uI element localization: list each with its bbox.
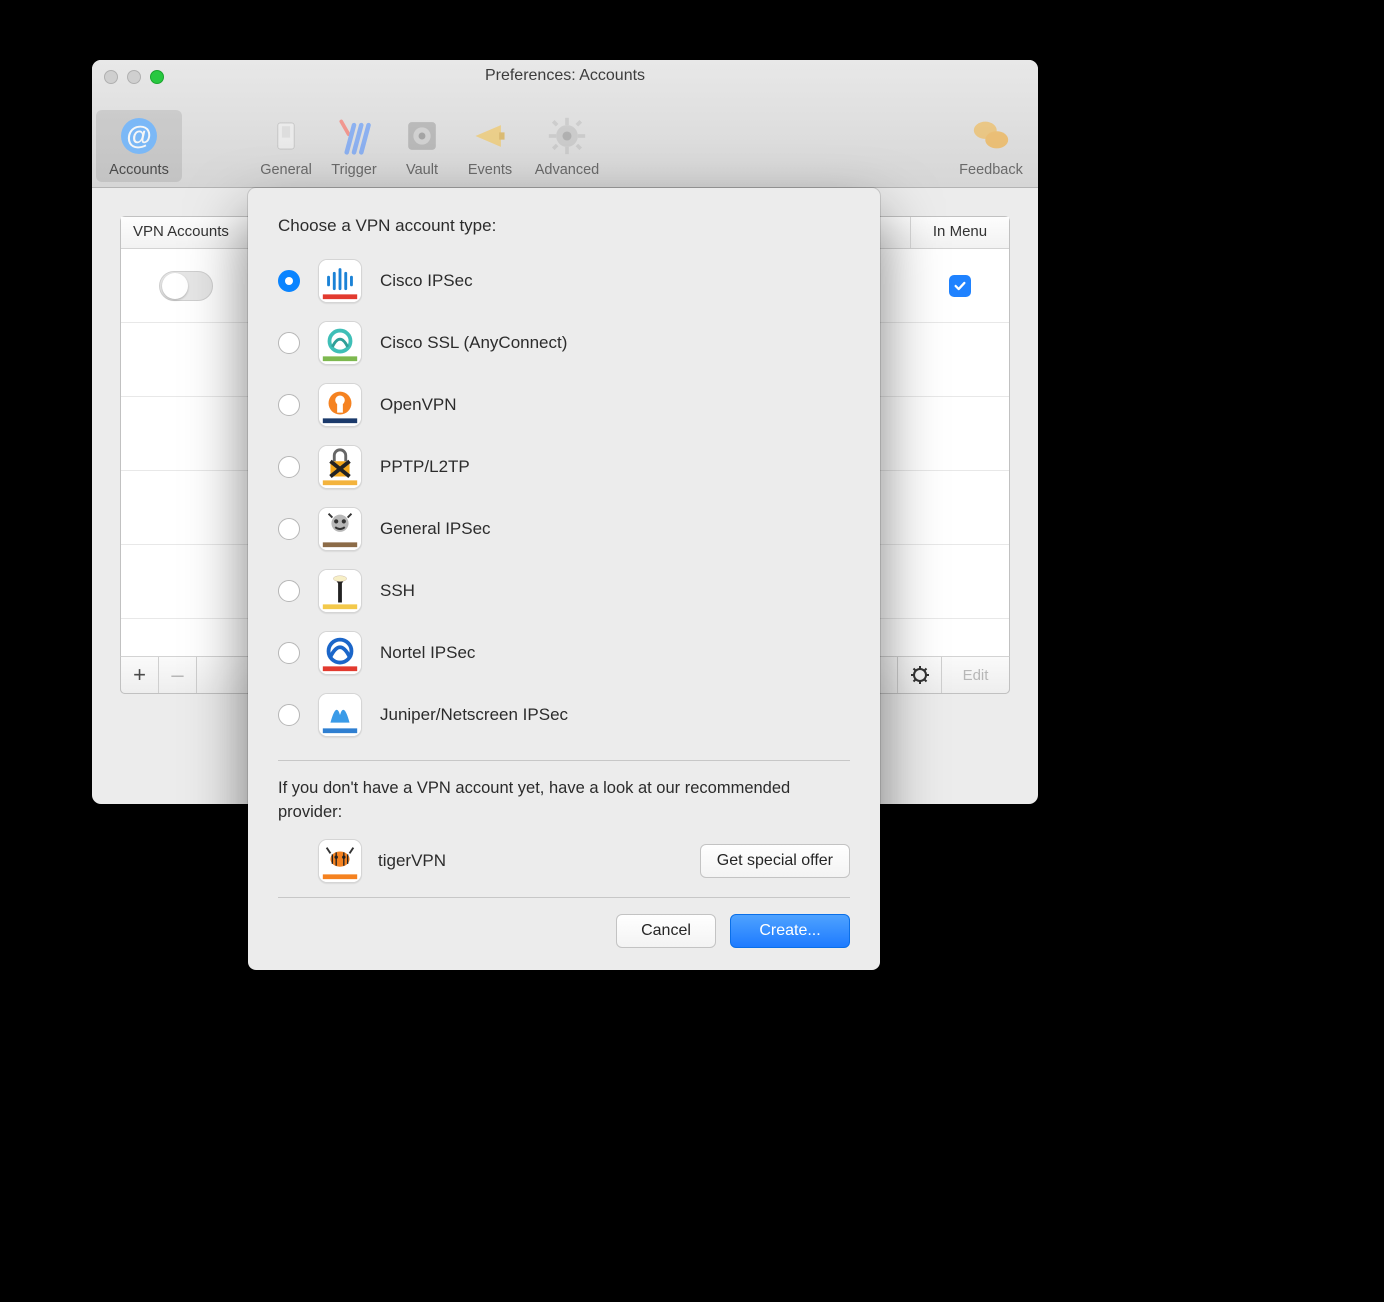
sheet-buttons: Cancel Create... bbox=[278, 914, 850, 948]
vpn-option-pptp-l2tp[interactable]: PPTP/L2TP bbox=[278, 436, 850, 498]
toolbar-left: @ Accounts General Trigger bbox=[96, 110, 610, 182]
general-ipsec-icon bbox=[318, 507, 362, 551]
radio-button[interactable] bbox=[278, 704, 300, 726]
chat-bubbles-icon bbox=[969, 114, 1013, 158]
toolbar-label: Events bbox=[468, 162, 512, 178]
openvpn-icon bbox=[318, 383, 362, 427]
tigervpn-icon bbox=[318, 839, 362, 883]
cancel-button[interactable]: Cancel bbox=[616, 914, 716, 948]
toolbar-label: Feedback bbox=[959, 162, 1023, 178]
vpn-option-ssh[interactable]: SSH bbox=[278, 560, 850, 622]
promo-text: If you don't have a VPN account yet, hav… bbox=[278, 777, 850, 825]
vpn-option-cisco-ssl[interactable]: Cisco SSL (AnyConnect) bbox=[278, 312, 850, 374]
divider bbox=[278, 897, 850, 898]
toolbar-label: General bbox=[260, 162, 312, 178]
toolbar-item-trigger[interactable]: Trigger bbox=[320, 110, 388, 182]
remove-button[interactable]: – bbox=[159, 657, 197, 693]
toolbar-label: Trigger bbox=[331, 162, 376, 178]
vpn-option-label: PPTP/L2TP bbox=[380, 457, 470, 477]
radio-button[interactable] bbox=[278, 642, 300, 664]
radio-button[interactable] bbox=[278, 270, 300, 292]
in-menu-checkbox[interactable] bbox=[949, 275, 971, 297]
toolbar-item-accounts[interactable]: @ Accounts bbox=[96, 110, 182, 182]
column-header-in-menu[interactable]: In Menu bbox=[911, 217, 1009, 248]
gear-icon bbox=[545, 114, 589, 158]
action-menu-button[interactable] bbox=[897, 657, 941, 693]
toolbar-label: Advanced bbox=[535, 162, 600, 178]
vpn-option-label: Nortel IPSec bbox=[380, 643, 475, 663]
switch-icon bbox=[264, 114, 308, 158]
at-sign-icon: @ bbox=[117, 114, 161, 158]
toolbar-item-events[interactable]: Events bbox=[456, 110, 524, 182]
vpn-option-label: Cisco IPSec bbox=[380, 271, 473, 291]
cisco-ipsec-icon bbox=[318, 259, 362, 303]
vpn-option-label: OpenVPN bbox=[380, 395, 457, 415]
toolbar-item-vault[interactable]: Vault bbox=[388, 110, 456, 182]
cisco-ssl-icon bbox=[318, 321, 362, 365]
column-header-accounts[interactable]: VPN Accounts bbox=[121, 217, 251, 248]
vpn-type-sheet: Choose a VPN account type: Cisco IPSec C… bbox=[248, 188, 880, 970]
vault-icon bbox=[400, 114, 444, 158]
vpn-option-nortel-ipsec[interactable]: Nortel IPSec bbox=[278, 622, 850, 684]
radio-button[interactable] bbox=[278, 580, 300, 602]
juniper-ipsec-icon bbox=[318, 693, 362, 737]
trigger-icon bbox=[332, 114, 376, 158]
enable-switch[interactable] bbox=[159, 271, 213, 301]
vpn-option-cisco-ipsec[interactable]: Cisco IPSec bbox=[278, 250, 850, 312]
divider bbox=[278, 760, 850, 761]
cell-enabled bbox=[121, 271, 251, 301]
promo-provider-label: tigerVPN bbox=[378, 851, 446, 871]
megaphone-icon bbox=[468, 114, 512, 158]
toolbar: @ Accounts General Trigger bbox=[92, 94, 1038, 188]
window-title: Preferences: Accounts bbox=[92, 67, 1038, 85]
vpn-option-label: General IPSec bbox=[380, 519, 491, 539]
sheet-title: Choose a VPN account type: bbox=[278, 216, 850, 236]
toolbar-item-general[interactable]: General bbox=[252, 110, 320, 182]
get-special-offer-button[interactable]: Get special offer bbox=[700, 844, 850, 878]
vpn-option-label: Cisco SSL (AnyConnect) bbox=[380, 333, 567, 353]
toolbar-label: Vault bbox=[406, 162, 438, 178]
promo-row: tigerVPN Get special offer bbox=[278, 839, 850, 883]
vpn-type-list: Cisco IPSec Cisco SSL (AnyConnect) OpenV… bbox=[278, 250, 850, 746]
vpn-option-openvpn[interactable]: OpenVPN bbox=[278, 374, 850, 436]
radio-button[interactable] bbox=[278, 332, 300, 354]
toolbar-item-advanced[interactable]: Advanced bbox=[524, 110, 610, 182]
toolbar-item-feedback[interactable]: Feedback bbox=[948, 110, 1034, 182]
nortel-ipsec-icon bbox=[318, 631, 362, 675]
pptp-l2tp-icon bbox=[318, 445, 362, 489]
titlebar: Preferences: Accounts @ Accounts General bbox=[92, 60, 1038, 188]
edit-button[interactable]: Edit bbox=[941, 657, 1009, 693]
radio-button[interactable] bbox=[278, 456, 300, 478]
create-button[interactable]: Create... bbox=[730, 914, 850, 948]
ssh-icon bbox=[318, 569, 362, 613]
radio-button[interactable] bbox=[278, 518, 300, 540]
vpn-option-label: Juniper/Netscreen IPSec bbox=[380, 705, 568, 725]
cell-in-menu bbox=[911, 275, 1009, 297]
radio-button[interactable] bbox=[278, 394, 300, 416]
toolbar-label: Accounts bbox=[109, 162, 169, 178]
vpn-option-juniper-ipsec[interactable]: Juniper/Netscreen IPSec bbox=[278, 684, 850, 746]
add-button[interactable]: + bbox=[121, 657, 159, 693]
svg-text:@: @ bbox=[126, 120, 151, 150]
vpn-option-general-ipsec[interactable]: General IPSec bbox=[278, 498, 850, 560]
vpn-option-label: SSH bbox=[380, 581, 415, 601]
